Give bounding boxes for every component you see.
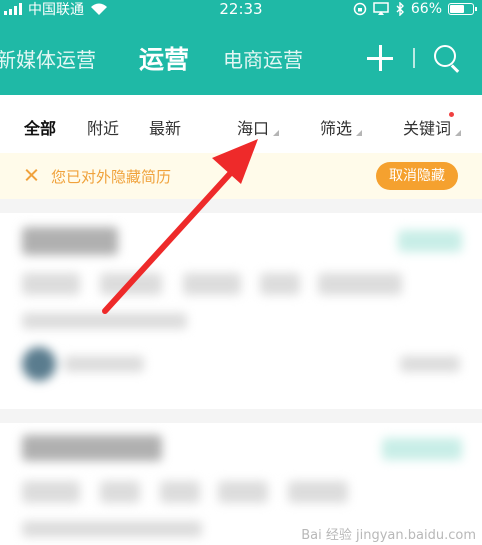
screen-mirror-icon	[373, 2, 389, 15]
close-icon[interactable]	[22, 165, 42, 185]
filter-nearby[interactable]: 附近	[87, 115, 119, 139]
app-header: 中国联通 22:33 66% 新媒体运营 运营 电商运营	[0, 0, 482, 95]
nav-divider	[413, 48, 415, 68]
bluetooth-icon	[396, 2, 404, 16]
filter-city-dropdown[interactable]: 海口	[237, 115, 280, 139]
notice-text: 您已对外隐藏简历	[51, 168, 172, 186]
filter-latest[interactable]: 最新	[149, 115, 181, 139]
lock-rotation-icon	[353, 2, 367, 16]
watermark: Bai 经验 jingyan.baidu.com	[301, 528, 476, 543]
filter-bar: 全部 附近 最新 海口 筛选 关键词	[0, 95, 482, 153]
add-icon[interactable]	[364, 42, 396, 74]
tab-ops[interactable]: 运营	[139, 40, 189, 76]
filter-screen-dropdown[interactable]: 筛选	[320, 115, 363, 139]
unhide-button[interactable]: 取消隐藏	[376, 162, 458, 190]
list-item[interactable]	[0, 213, 482, 409]
tab-new-media-ops[interactable]: 新媒体运营	[0, 44, 96, 73]
keyword-badge-dot	[449, 112, 454, 117]
filter-keyword-dropdown[interactable]: 关键词	[403, 115, 462, 139]
status-bar: 中国联通 22:33 66%	[0, 0, 482, 18]
dropdown-triangle-icon	[356, 130, 363, 136]
filter-keyword-label: 关键词	[403, 119, 452, 138]
dropdown-triangle-icon	[273, 130, 280, 136]
battery-icon	[448, 3, 477, 15]
status-right: 66%	[353, 0, 477, 18]
search-icon[interactable]	[431, 42, 463, 74]
top-nav: 新媒体运营 运营 电商运营	[0, 20, 482, 95]
filter-all[interactable]: 全部	[24, 115, 56, 139]
battery-percent: 66%	[410, 1, 442, 17]
dropdown-triangle-icon	[455, 130, 462, 136]
filter-screen-label: 筛选	[320, 119, 353, 138]
tab-ecommerce-ops[interactable]: 电商运营	[223, 44, 303, 73]
hidden-resume-notice: 您已对外隐藏简历 取消隐藏	[0, 153, 482, 199]
filter-city-label: 海口	[237, 119, 270, 138]
